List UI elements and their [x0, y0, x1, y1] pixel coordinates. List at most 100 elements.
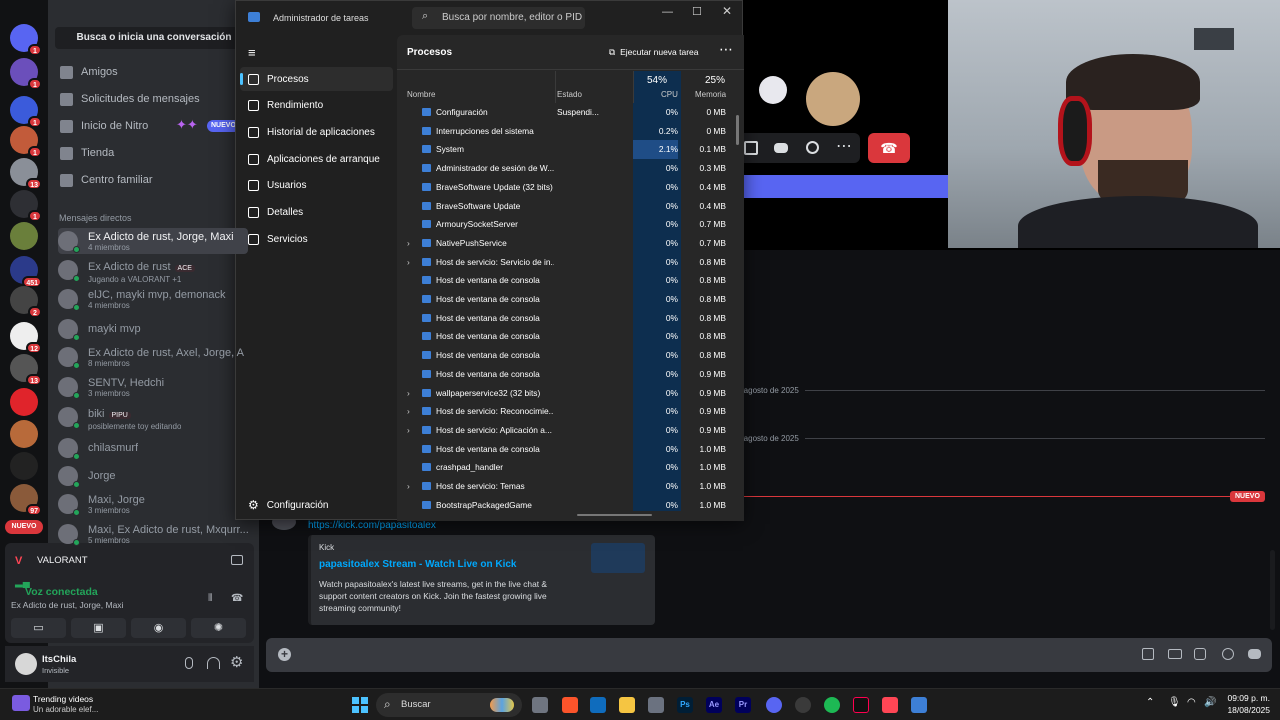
dm-item[interactable]: elJC, mayki mvp, demonack 4 miembros: [58, 286, 248, 312]
tm-nav-item[interactable]: Rendimiento: [240, 94, 393, 118]
process-row[interactable]: Configuración Suspendi... 0% 0 MB: [397, 103, 737, 122]
dm-item[interactable]: Maxi, Jorge 3 miembros: [58, 491, 248, 517]
premiere-icon[interactable]: Pr: [735, 697, 751, 713]
gift-icon[interactable]: [1142, 648, 1154, 660]
add-attachment-icon[interactable]: +: [278, 648, 291, 661]
process-row[interactable]: BraveSoftware Update 0% 0.4 MB: [397, 197, 737, 216]
dm-item[interactable]: mayki mvp: [58, 316, 248, 342]
process-row[interactable]: › wallpaperservice32 (32 bits) 0% 0.9 MB: [397, 384, 737, 403]
tm-search-input[interactable]: Busca por nombre, editor o PID: [412, 7, 585, 29]
close-icon[interactable]: ✕: [722, 4, 732, 18]
process-row[interactable]: Interrupciones del sistema 0.2% 0 MB: [397, 122, 737, 141]
server-icon[interactable]: 12: [10, 322, 42, 354]
tm-nav-item[interactable]: Usuarios: [240, 174, 393, 198]
chevron-right-icon[interactable]: ›: [407, 253, 410, 272]
valorant-icon[interactable]: [882, 697, 898, 713]
server-icon[interactable]: 1: [10, 126, 42, 158]
screen-share-icon[interactable]: [744, 141, 758, 155]
wifi-icon[interactable]: ◠: [1187, 697, 1196, 708]
find-conversation-button[interactable]: Busca o inicia una conversación: [55, 27, 253, 49]
process-row[interactable]: Host de ventana de consola 0% 0.8 MB: [397, 309, 737, 328]
spotify-icon[interactable]: [824, 697, 840, 713]
server-icon[interactable]: 1: [10, 96, 42, 128]
hangup-button[interactable]: ☎: [868, 133, 910, 163]
news-title[interactable]: Trending videos: [33, 694, 93, 704]
process-row[interactable]: BraveSoftware Update (32 bits) 0% 0.4 MB: [397, 178, 737, 197]
soundboard-button[interactable]: ✺: [191, 618, 246, 638]
steam-icon[interactable]: [795, 697, 811, 713]
news-widget-icon[interactable]: [12, 695, 30, 711]
process-row[interactable]: crashpad_handler 0% 1.0 MB: [397, 458, 737, 477]
server-icon[interactable]: 2: [10, 286, 42, 318]
server-icon[interactable]: [10, 388, 38, 416]
settings-gear-icon[interactable]: ⚙: [230, 653, 243, 671]
embed-title[interactable]: papasitoalex Stream - Watch Live on Kick: [319, 559, 516, 570]
nav-family-center[interactable]: Centro familiar: [60, 170, 153, 190]
process-row[interactable]: Host de ventana de consola 0% 0.8 MB: [397, 271, 737, 290]
process-row[interactable]: System 2.1% 0.1 MB: [397, 140, 737, 159]
camera-button[interactable]: ▭: [11, 618, 66, 638]
process-row[interactable]: Administrador de sesión de W... 0% 0.3 MB: [397, 159, 737, 178]
file-explorer-icon[interactable]: [619, 697, 635, 713]
voice-status[interactable]: Voz conectada: [25, 586, 98, 598]
emoji-icon[interactable]: [1222, 648, 1234, 660]
soundboard-icon[interactable]: [806, 141, 819, 154]
maximize-icon[interactable]: ☐: [692, 5, 702, 18]
popout-icon[interactable]: [231, 555, 243, 565]
col-name[interactable]: Nombre: [407, 90, 435, 99]
col-cpu[interactable]: CPU: [661, 90, 678, 99]
server-icon[interactable]: 1: [10, 58, 42, 90]
windows-start-icon[interactable]: [352, 697, 368, 713]
run-new-task-button[interactable]: ⧉ Ejecutar nueva tarea: [609, 47, 699, 58]
process-row[interactable]: › Host de servicio: Servicio de in... 0% 0.…: [397, 253, 737, 272]
chevron-right-icon[interactable]: ›: [407, 421, 410, 440]
clock-time[interactable]: 09:09 p. m.: [1218, 693, 1270, 703]
process-row[interactable]: Host de ventana de consola 0% 0.8 MB: [397, 290, 737, 309]
server-icon[interactable]: 13: [10, 158, 42, 190]
headphones-icon[interactable]: [207, 657, 220, 669]
activity-icon[interactable]: [774, 143, 788, 153]
after-effects-icon[interactable]: Ae: [706, 697, 722, 713]
col-mem[interactable]: Memoria: [695, 90, 726, 99]
dm-item[interactable]: Ex Adicto de rust, Axel, Jorge, A8 miemb…: [58, 344, 248, 370]
process-row[interactable]: Host de ventana de consola 0% 0.9 MB: [397, 365, 737, 384]
disconnect-icon[interactable]: ☎: [231, 593, 243, 604]
more-icon[interactable]: ⋯: [719, 41, 733, 58]
taskbar-search[interactable]: ⌕ Buscar: [376, 693, 522, 717]
discord-icon[interactable]: [766, 697, 782, 713]
sticker-icon[interactable]: [1194, 648, 1206, 660]
tiktok-icon[interactable]: [853, 697, 869, 713]
process-row[interactable]: BootstrapPackagedGame 0% 1.0 MB: [397, 496, 737, 511]
app-icon[interactable]: [648, 697, 664, 713]
apps-icon[interactable]: [1248, 649, 1261, 659]
brave-icon[interactable]: [562, 697, 578, 713]
noise-suppression-icon[interactable]: ⦀: [208, 593, 212, 604]
photoshop-icon[interactable]: Ps: [677, 697, 693, 713]
microphone-icon[interactable]: [185, 657, 193, 669]
tm-nav-item[interactable]: Aplicaciones de arranque: [240, 147, 393, 171]
new-server-badge[interactable]: NUEVO: [5, 520, 43, 534]
tm-nav-item[interactable]: Detalles: [240, 201, 393, 225]
kick-link[interactable]: https://kick.com/papasitoalex: [308, 520, 436, 531]
dm-item[interactable]: chilasmurf: [58, 435, 248, 461]
process-scrollbar[interactable]: [736, 115, 739, 145]
process-row[interactable]: › Host de servicio: Reconocimie... 0% 0.9 M…: [397, 402, 737, 421]
col-status[interactable]: Estado: [557, 90, 582, 99]
microphone-icon[interactable]: 🎙: [1168, 697, 1181, 708]
outlook-icon[interactable]: [590, 697, 606, 713]
dm-item[interactable]: biki PIPU posiblemente toy editando: [58, 404, 248, 431]
process-row[interactable]: Host de ventana de consola 0% 1.0 MB: [397, 440, 737, 459]
server-icon[interactable]: [10, 420, 38, 448]
task-view-icon[interactable]: [532, 697, 548, 713]
dm-item[interactable]: Maxi, Ex Adicto de rust, Mxqurr... 5 miem…: [58, 521, 248, 547]
more-icon[interactable]: ⋯: [836, 137, 852, 157]
activities-button[interactable]: ◉: [131, 618, 186, 638]
volume-icon[interactable]: 🔊: [1204, 697, 1216, 708]
server-icon[interactable]: 13: [10, 354, 42, 386]
minimize-icon[interactable]: —: [662, 6, 673, 18]
server-icon[interactable]: [10, 452, 38, 480]
server-icon[interactable]: [10, 222, 38, 250]
hamburger-icon[interactable]: ≡: [248, 45, 256, 60]
dm-item[interactable]: Ex Adicto de rust, Jorge, Maxi 4 miembros: [58, 228, 248, 254]
process-row[interactable]: Host de ventana de consola 0% 0.8 MB: [397, 346, 737, 365]
